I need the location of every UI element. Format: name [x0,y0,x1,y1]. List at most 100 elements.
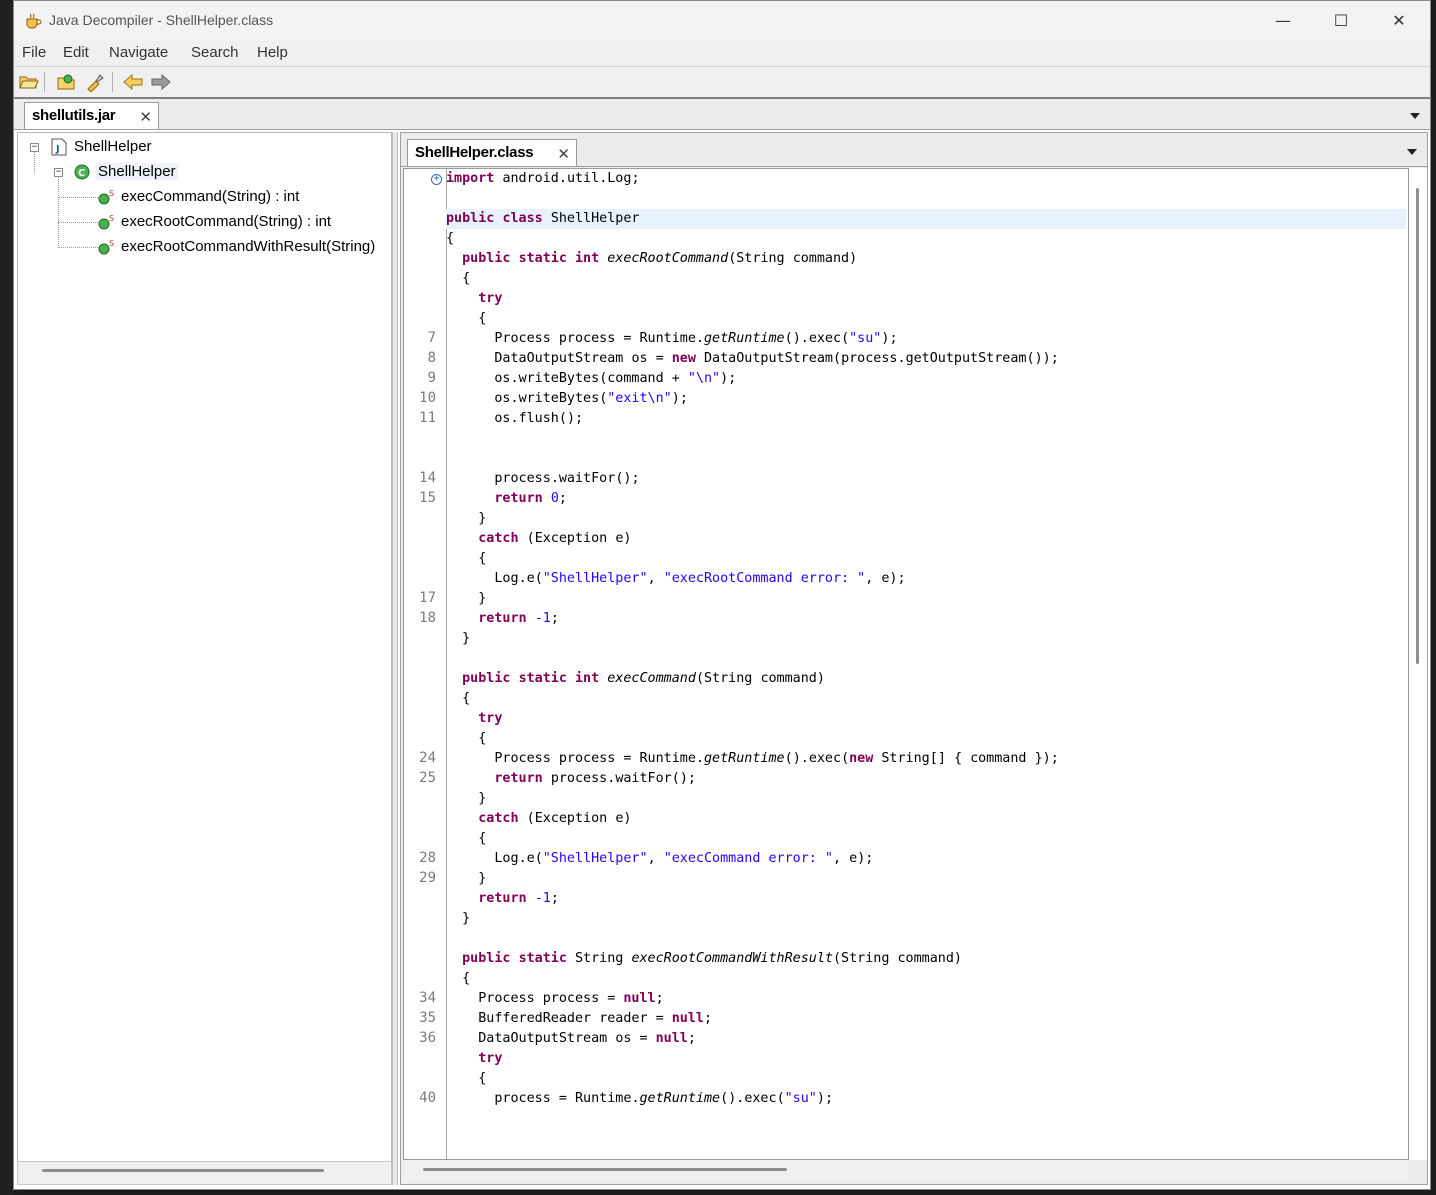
code-vertical-scrollbar[interactable] [1409,168,1427,1160]
code-line: { [462,271,471,286]
code-line: { [478,311,487,326]
svg-text:C: C [78,168,85,179]
minimize-button[interactable]: — [1254,1,1312,41]
back-icon[interactable] [122,72,144,92]
code-line: Log.e("ShellHelper", "execCommand error:… [494,851,874,866]
code-line: public static String execRootCommandWith… [462,951,962,966]
code-line: { [478,831,487,846]
tree-node-class[interactable]: − C ShellHelper [18,160,388,184]
line-number: 18 [419,610,436,626]
code-line: } [478,791,487,806]
open-file-icon[interactable] [18,72,40,92]
scrollbar-thumb[interactable] [42,1169,324,1172]
class-tree: − J ShellHelper − C ShellHelper S execCo… [17,132,392,1162]
line-number: 35 [419,1010,436,1026]
code-line: } [462,631,471,646]
static-method-icon: S [98,189,114,205]
menu-navigate[interactable]: Navigate [109,44,168,61]
code-line: { [478,551,487,566]
expand-imports-icon[interactable]: + [431,174,442,185]
desktop-edge [0,0,14,1195]
tab-list-dropdown-icon[interactable] [1407,149,1417,155]
tree-node-label: execRootCommandWithResult(String) [121,238,376,255]
coffee-cup-icon [26,13,42,29]
line-number: 40 [419,1090,436,1106]
collapse-icon[interactable]: − [54,168,63,177]
tree-node-method[interactable]: S execCommand(String) : int [18,185,388,209]
menu-help[interactable]: Help [257,44,288,61]
menu-bar: File Edit Navigate Search Help [14,41,1430,67]
forward-icon[interactable] [150,72,172,92]
scrollbar-thumb[interactable] [423,1168,787,1171]
tree-horizontal-scrollbar[interactable] [17,1161,392,1185]
scrollbar-thumb[interactable] [1416,188,1419,664]
jar-tab-bar: shellutils.jar ✕ [14,99,1430,130]
pane-splitter[interactable] [392,132,398,1185]
menu-search[interactable]: Search [191,44,239,61]
open-type-icon[interactable] [56,72,78,92]
line-number: 10 [419,390,436,406]
code-line: { [462,971,471,986]
code-line: catch (Exception e) [478,531,632,546]
svg-text:S: S [109,239,114,248]
code-line: try [478,291,503,306]
svg-text:J: J [55,144,60,155]
code-line: { [478,1071,487,1086]
code-line: { [462,691,471,706]
code-horizontal-scrollbar[interactable] [403,1160,1409,1182]
tree-node-file[interactable]: − J ShellHelper [18,135,388,159]
code-line: try [478,1051,503,1066]
collapse-icon[interactable]: − [30,143,39,152]
line-number: 34 [419,990,436,1006]
static-method-icon: S [98,239,114,255]
toolbar-separator [112,72,113,92]
source-code-view[interactable]: + 7 8 9 10 11 14 15 17 18 24 25 28 29 34 35 36 40 import… [403,168,1409,1160]
code-line: import android.util.Log; [446,171,640,186]
toolbar-separator [44,72,45,92]
tab-shellutils-jar[interactable]: shellutils.jar ✕ [24,102,159,129]
code-line: DataOutputStream os = null; [478,1031,696,1046]
close-tab-icon[interactable]: ✕ [139,108,152,126]
title-bar: Java Decompiler - ShellHelper.class — ☐ … [14,1,1430,41]
code-line: Process process = null; [478,991,664,1006]
code-line: catch (Exception e) [478,811,632,826]
code-line: Process process = Runtime.getRuntime().e… [494,751,1059,766]
class-icon: C [74,164,90,180]
code-line: { [446,231,455,246]
line-number: 29 [419,870,436,886]
code-line: } [462,911,471,926]
code-line: process.waitFor(); [494,471,640,486]
tree-node-label: ShellHelper [74,138,152,155]
tree-node-method[interactable]: S execRootCommandWithResult(String) [18,235,388,259]
maximize-button[interactable]: ☐ [1312,1,1370,41]
close-button[interactable]: ✕ [1370,1,1428,41]
line-number: 11 [419,410,436,426]
tab-shellhelper-class[interactable]: ShellHelper.class ✕ [407,139,577,166]
menu-file[interactable]: File [22,44,46,61]
tab-list-dropdown-icon[interactable] [1410,113,1420,119]
code-line: os.writeBytes("exit\n"); [494,391,688,406]
menu-edit[interactable]: Edit [63,44,89,61]
line-number: 15 [419,490,436,506]
window-title: Java Decompiler - ShellHelper.class [49,12,274,28]
code-line: } [478,511,487,526]
close-tab-icon[interactable]: ✕ [557,145,570,163]
line-number: 9 [427,370,436,386]
search-icon[interactable] [84,72,106,92]
tree-node-method[interactable]: S execRootCommand(String) : int [18,210,388,234]
static-method-icon: S [98,214,114,230]
tab-label: shellutils.jar [32,107,116,124]
editor-panel: ShellHelper.class ✕ + 7 8 9 10 11 14 15 17 18 24 2… [400,132,1428,1185]
app-window: Java Decompiler - ShellHelper.class — ☐ … [13,0,1431,1190]
code-line: return process.waitFor(); [494,771,696,786]
java-file-icon: J [51,138,67,156]
line-number: 36 [419,1030,436,1046]
line-number: 28 [419,850,436,866]
line-number: 25 [419,770,436,786]
code-line: return 0; [494,491,567,506]
line-number: 24 [419,750,436,766]
line-number: 17 [419,590,436,606]
code-line: os.flush(); [494,411,584,426]
code-line: return -1; [478,611,559,626]
code-line: } [478,591,487,606]
